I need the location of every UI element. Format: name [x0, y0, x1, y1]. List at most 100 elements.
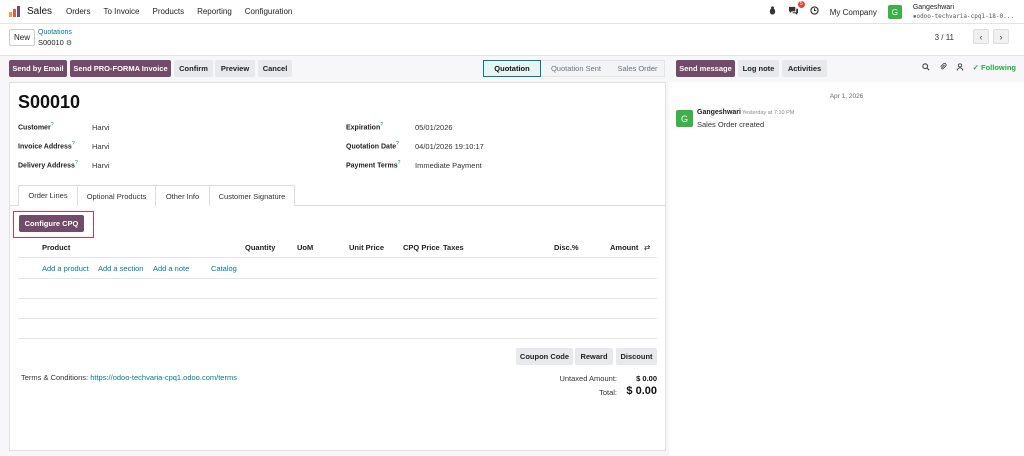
terms-and-conditions: Terms & Conditions: https://odoo-techvar…	[21, 373, 237, 382]
send-by-email-button[interactable]: Send by Email	[9, 60, 67, 77]
customer-field[interactable]: Harvi	[92, 123, 110, 132]
pager-previous-button[interactable]: ‹	[973, 29, 989, 44]
status-bar: Quotation Quotation Sent Sales Order	[483, 60, 665, 77]
control-panel: New Quotations S00010 ⚙ 3 / 11 ‹ ›	[0, 24, 1024, 56]
database-name: ▪odoo-techvaria-cpq1-18-0...	[912, 13, 1014, 20]
search-icon[interactable]	[921, 62, 930, 73]
quotation-date-label: Quotation Date?	[346, 141, 399, 151]
messages-icon[interactable]: 5	[788, 1, 805, 18]
bug-icon[interactable]	[768, 6, 777, 18]
send-proforma-button[interactable]: Send PRO-FORMA Invoice	[70, 60, 171, 77]
status-sales-order[interactable]: Sales Order	[611, 60, 665, 77]
quotation-date-field[interactable]: 04/01/2026 19:10:17	[415, 142, 484, 151]
table-row	[18, 298, 657, 299]
message-author[interactable]: Gangeshwari	[697, 109, 741, 116]
chatter-tools: ✓ Following	[921, 62, 1016, 73]
order-name: S00010	[18, 92, 81, 112]
catalog-link[interactable]: Catalog	[211, 264, 237, 273]
company-switcher[interactable]: My Company	[830, 8, 877, 17]
followers-icon[interactable]	[956, 62, 964, 73]
col-taxes[interactable]: Taxes	[443, 243, 464, 252]
date-separator: Apr 1, 2026	[829, 93, 864, 100]
configure-cpq-button[interactable]: Configure CPQ	[19, 215, 84, 232]
untaxed-amount-label: Untaxed Amount:	[559, 374, 617, 383]
breadcrumb-quotations[interactable]: Quotations	[38, 29, 72, 36]
clock-icon[interactable]	[810, 6, 819, 18]
status-quotation-sent[interactable]: Quotation Sent	[541, 60, 611, 77]
col-uom[interactable]: UoM	[297, 243, 313, 252]
sales-app-icon[interactable]	[9, 6, 21, 17]
terms-link[interactable]: https://odoo-techvaria-cpq1.odoo.com/ter…	[90, 373, 237, 382]
menu-configuration[interactable]: Configuration	[245, 7, 293, 16]
breadcrumb-current: S00010 ⚙	[38, 38, 73, 47]
user-name: Gangeshwari	[912, 4, 955, 11]
expiration-field[interactable]: 05/01/2026	[415, 123, 453, 132]
col-cpq-price[interactable]: CPQ Price	[403, 243, 440, 252]
app-brand[interactable]: Sales	[27, 6, 52, 17]
table-row	[18, 278, 657, 279]
form-sheet: S00010 Customer? Harvi Invoice Address? …	[9, 82, 666, 451]
check-icon: ✓	[972, 63, 979, 72]
total-value: $ 0.00	[626, 385, 657, 397]
column-settings-icon[interactable]: ⇄	[644, 243, 650, 252]
systray: 5 My Company G Gangeshwari ▪odoo-techvar…	[768, 0, 1014, 24]
invoice-address-label: Invoice Address?	[18, 141, 75, 151]
activities-button[interactable]: Activities	[782, 60, 827, 77]
total-label: Total:	[599, 388, 617, 397]
col-unit-price[interactable]: Unit Price	[349, 243, 384, 252]
action-bar: Send by Email Send PRO-FORMA Invoice Con…	[0, 56, 1024, 82]
menu-products[interactable]: Products	[153, 7, 185, 16]
add-product-link[interactable]: Add a product	[42, 264, 89, 273]
table-row	[18, 338, 657, 339]
tab-customer-signature[interactable]: Customer Signature	[209, 185, 295, 206]
expiration-label: Expiration?	[346, 122, 384, 132]
status-quotation[interactable]: Quotation	[483, 60, 541, 77]
menu-orders[interactable]: Orders	[66, 7, 90, 16]
delivery-address-field[interactable]: Harvi	[92, 161, 110, 170]
tab-optional-products[interactable]: Optional Products	[77, 185, 156, 206]
pager-next-button[interactable]: ›	[993, 29, 1009, 44]
preview-button[interactable]: Preview	[215, 60, 255, 77]
col-discount[interactable]: Disc.%	[554, 243, 579, 252]
configure-cpq-highlight: Configure CPQ	[13, 211, 94, 238]
send-message-button[interactable]: Send message	[676, 60, 735, 77]
col-quantity[interactable]: Quantity	[245, 243, 275, 252]
untaxed-amount-value: $ 0.00	[636, 374, 657, 383]
tab-other-info[interactable]: Other Info	[155, 185, 210, 206]
main-menu: Orders To Invoice Products Reporting Con…	[66, 7, 292, 16]
reward-button[interactable]: Reward	[575, 348, 613, 365]
message-body: Sales Order created	[697, 120, 765, 129]
coupon-code-button[interactable]: Coupon Code	[516, 348, 573, 365]
messages-badge: 5	[797, 1, 805, 8]
payment-terms-label: Payment Terms?	[346, 160, 401, 170]
gear-icon[interactable]: ⚙	[66, 40, 72, 47]
confirm-button[interactable]: Confirm	[174, 60, 213, 77]
author-avatar[interactable]: G	[676, 110, 693, 127]
new-button[interactable]: New	[9, 29, 35, 46]
menu-reporting[interactable]: Reporting	[197, 7, 232, 16]
delivery-address-label: Delivery Address?	[18, 160, 78, 170]
following-button[interactable]: ✓ Following	[973, 63, 1016, 72]
paperclip-icon[interactable]	[939, 62, 947, 73]
log-note-button[interactable]: Log note	[738, 60, 779, 77]
payment-terms-field[interactable]: Immediate Payment	[415, 161, 482, 170]
pager-value[interactable]: 3 / 11	[935, 33, 954, 42]
header-divider	[18, 257, 657, 258]
cancel-button[interactable]: Cancel	[258, 60, 292, 77]
invoice-address-field[interactable]: Harvi	[92, 142, 110, 151]
tab-order-lines[interactable]: Order Lines	[18, 185, 78, 206]
chatter: Apr 1, 2026 G Gangeshwari Yesterday at 7…	[669, 82, 1024, 456]
customer-label: Customer?	[18, 122, 54, 132]
col-product[interactable]: Product	[42, 243, 70, 252]
col-amount[interactable]: Amount	[610, 243, 638, 252]
user-avatar[interactable]: G	[887, 5, 902, 19]
menu-to-invoice[interactable]: To Invoice	[103, 7, 139, 16]
top-navbar: Sales Orders To Invoice Products Reporti…	[0, 0, 1024, 24]
add-section-link[interactable]: Add a section	[98, 264, 143, 273]
add-note-link[interactable]: Add a note	[153, 264, 189, 273]
notebook-tabs: Order Lines Optional Products Other Info…	[18, 185, 295, 206]
discount-button[interactable]: Discount	[616, 348, 657, 365]
user-menu[interactable]: Gangeshwari ▪odoo-techvaria-cpq1-18-0...	[913, 3, 1014, 21]
table-row	[18, 318, 657, 319]
message-time: Yesterday at 7:10 PM	[742, 110, 795, 116]
